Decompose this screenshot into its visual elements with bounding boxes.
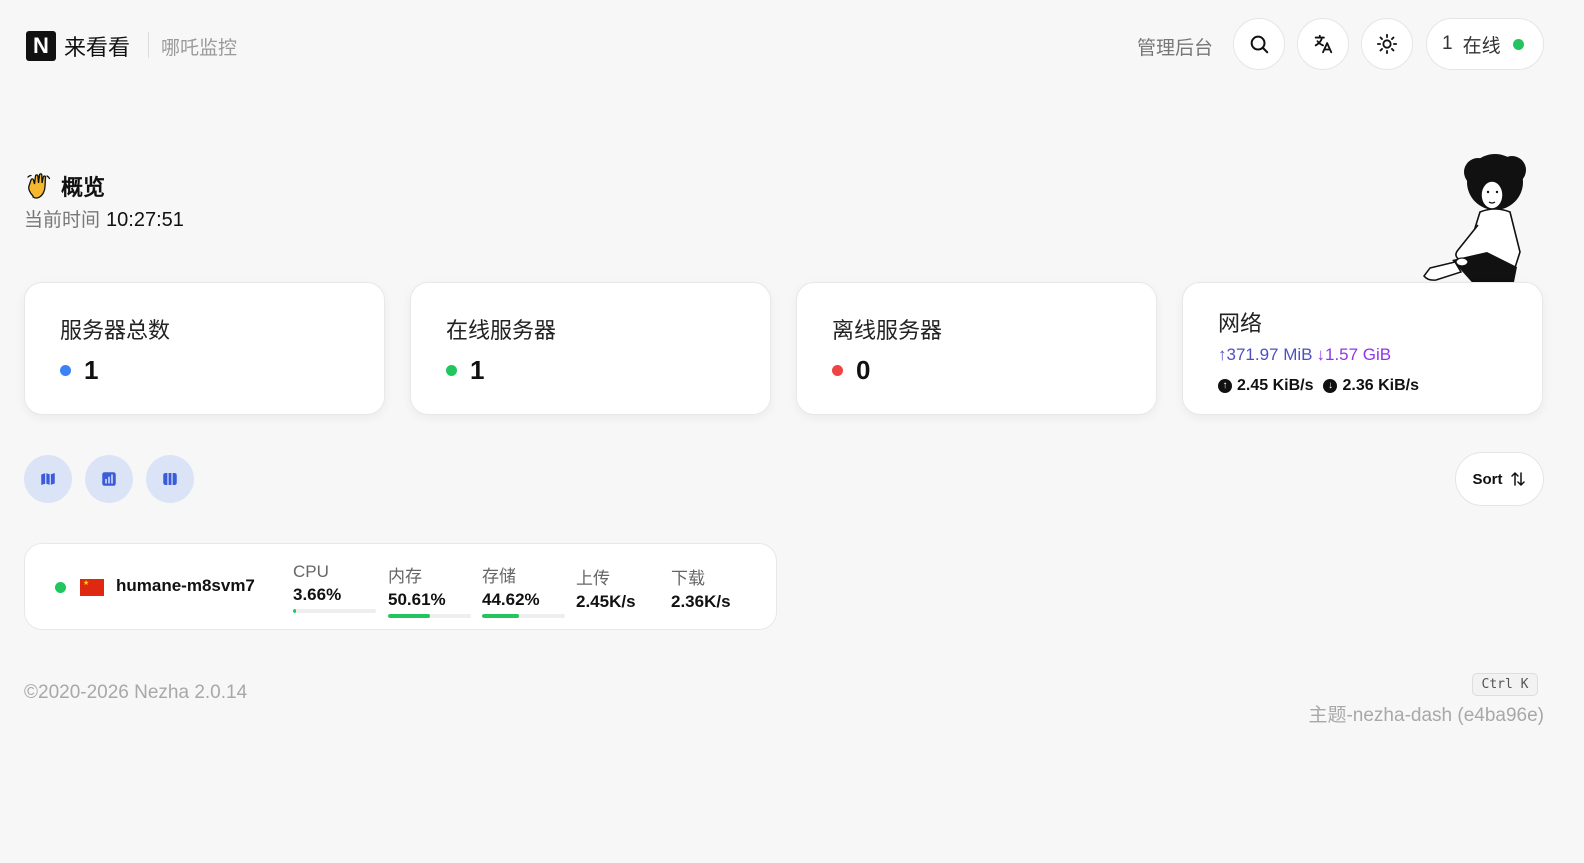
grid-view-button[interactable] xyxy=(146,455,194,503)
cpu-value: 3.66% xyxy=(293,585,342,604)
overview-title: 概览 xyxy=(61,175,106,200)
cpu-bar-fill xyxy=(293,609,297,613)
disk-bar-fill xyxy=(482,614,520,618)
network-label: 网络 xyxy=(1218,311,1263,336)
theme-toggle-button[interactable] xyxy=(1361,18,1413,70)
language-button[interactable] xyxy=(1297,18,1349,70)
download-label: 下载 xyxy=(671,569,705,588)
offline-dot-icon xyxy=(832,365,843,376)
translate-icon xyxy=(1314,34,1333,54)
download-metric: 下载 2.36K/s xyxy=(671,564,731,612)
disk-value: 44.62% xyxy=(482,590,540,609)
columns-icon xyxy=(163,473,177,485)
memory-value: 50.61% xyxy=(388,590,446,609)
server-status-dot xyxy=(55,582,66,593)
total-servers-card[interactable]: 服务器总数 1 xyxy=(24,282,385,415)
command-shortcut-hint[interactable]: Ctrl K xyxy=(1472,673,1538,696)
divider xyxy=(148,32,149,58)
sort-label: Sort xyxy=(1472,470,1503,488)
network-up-speed: 2.45 KiB/s xyxy=(1237,377,1314,394)
search-icon xyxy=(1250,35,1269,54)
chart-view-button[interactable] xyxy=(85,455,133,503)
disk-label: 存储 xyxy=(482,567,516,586)
china-flag-icon: ★ xyxy=(80,579,104,596)
offline-servers-value: 0 xyxy=(856,355,871,385)
disk-bar xyxy=(482,614,565,618)
network-speed: ↑ 2.45 KiB/s ↓ 2.36 KiB/s xyxy=(1218,377,1419,395)
cpu-label: CPU xyxy=(293,562,329,581)
time-label: 当前时间 xyxy=(24,210,101,231)
server-name[interactable]: humane-m8svm7 xyxy=(116,576,255,596)
map-icon xyxy=(41,473,55,485)
waving-hand-icon xyxy=(27,173,51,199)
search-button[interactable] xyxy=(1233,18,1285,70)
upload-value: 2.45K/s xyxy=(576,592,636,611)
network-card: 网络 ↑371.97 MiB ↓1.57 GiB ↑ 2.45 KiB/s ↓ 2… xyxy=(1182,282,1543,415)
online-count: 1 xyxy=(1442,33,1453,54)
site-title[interactable]: 来看看 xyxy=(64,30,130,62)
bar-chart-icon xyxy=(102,472,116,486)
logo-icon[interactable]: N xyxy=(26,31,56,61)
offline-servers-value-row: 0 xyxy=(832,355,870,386)
time-value: 10:27:51 xyxy=(106,209,184,231)
total-dot-icon xyxy=(60,365,71,376)
online-servers-label: 在线服务器 xyxy=(446,318,557,343)
site-subtitle: 哪吒监控 xyxy=(161,38,238,59)
total-servers-value-row: 1 xyxy=(60,355,98,386)
arrow-up-circle-icon: ↑ xyxy=(1218,379,1232,393)
current-time-row: 当前时间 10:27:51 xyxy=(24,205,184,232)
offline-servers-card[interactable]: 离线服务器 0 xyxy=(796,282,1157,415)
network-down-total: ↓1.57 GiB xyxy=(1316,345,1392,364)
memory-label: 内存 xyxy=(388,567,422,586)
upload-label: 上传 xyxy=(576,569,610,588)
server-card[interactable]: ★ humane-m8svm7 CPU 3.66% 内存 50.61% 存储 4… xyxy=(24,543,777,630)
network-total: ↑371.97 MiB ↓1.57 GiB xyxy=(1218,345,1391,365)
online-indicator-dot xyxy=(1512,38,1524,50)
cpu-bar xyxy=(293,609,376,613)
sort-button[interactable]: Sort xyxy=(1455,452,1544,506)
online-servers-card[interactable]: 在线服务器 1 xyxy=(410,282,771,415)
sort-arrows-icon xyxy=(1510,472,1525,486)
map-view-button[interactable] xyxy=(24,455,72,503)
arrow-down-circle-icon: ↓ xyxy=(1323,379,1338,393)
theme-info[interactable]: 主题-nezha-dash (e4ba96e) xyxy=(1308,700,1544,727)
disk-metric: 存储 44.62% xyxy=(482,562,565,618)
memory-bar xyxy=(388,614,471,618)
network-down-speed: 2.36 KiB/s xyxy=(1342,377,1419,394)
memory-metric: 内存 50.61% xyxy=(388,562,471,618)
overview-heading: 概览 xyxy=(25,170,105,202)
online-status-pill[interactable]: 1 在线 xyxy=(1426,18,1544,70)
memory-bar-fill xyxy=(388,614,430,618)
offline-servers-label: 离线服务器 xyxy=(832,318,943,343)
copyright: ©2020-2026 Nezha 2.0.14 xyxy=(24,682,248,703)
total-servers-label: 服务器总数 xyxy=(60,318,171,343)
cpu-metric: CPU 3.66% xyxy=(293,562,376,613)
online-label: 在线 xyxy=(1462,35,1501,57)
online-dot-icon xyxy=(446,365,457,376)
total-servers-value: 1 xyxy=(84,355,99,385)
online-servers-value: 1 xyxy=(470,355,485,385)
upload-metric: 上传 2.45K/s xyxy=(576,564,636,612)
network-up-total: ↑371.97 MiB xyxy=(1218,345,1313,364)
sun-icon xyxy=(1376,33,1398,55)
admin-link[interactable]: 管理后台 xyxy=(1137,33,1213,60)
download-value: 2.36K/s xyxy=(671,592,731,611)
online-servers-value-row: 1 xyxy=(446,355,484,386)
header: N 来看看 哪吒监控 管理后台 1 在线 xyxy=(24,18,1544,72)
